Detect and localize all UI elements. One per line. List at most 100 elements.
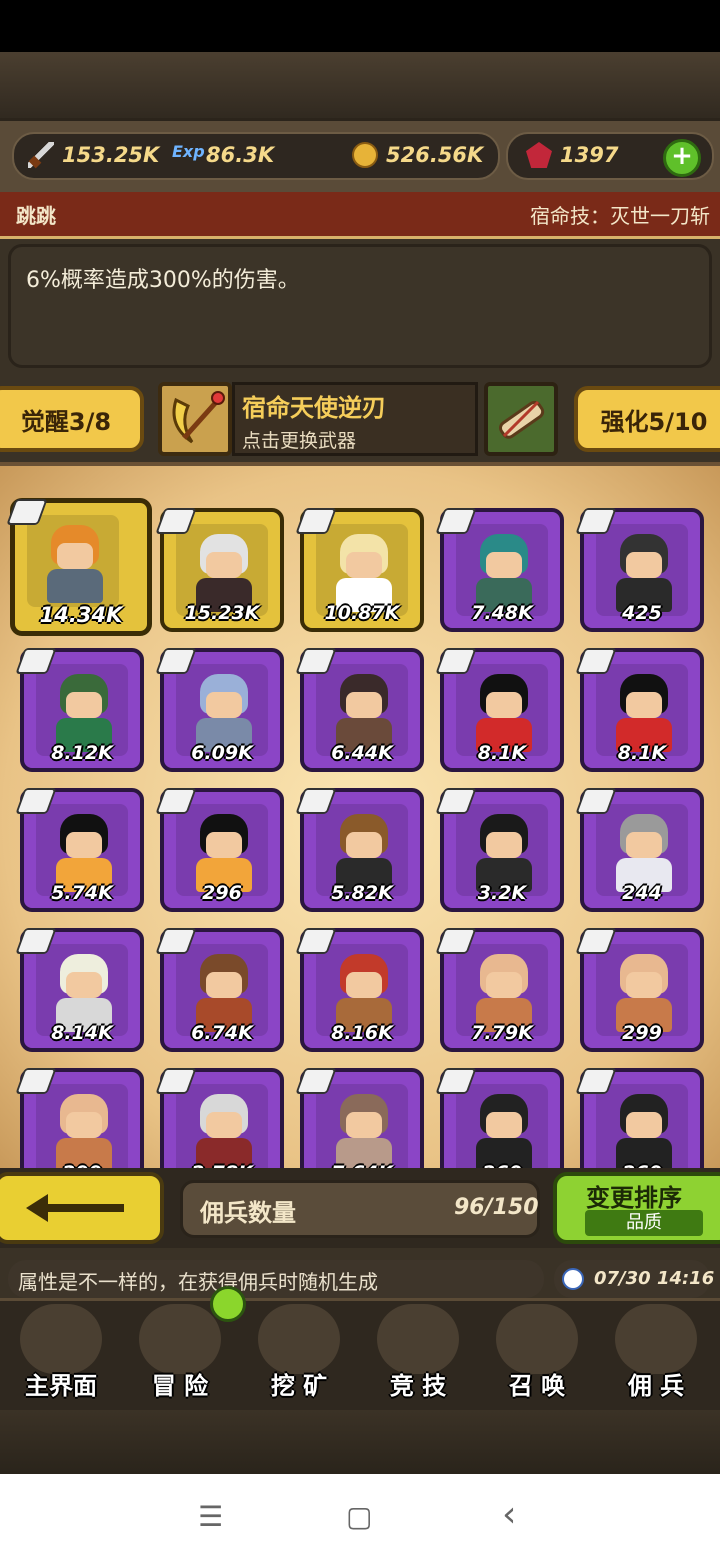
back-button[interactable] [0,1172,164,1244]
mercenary-card[interactable]: 299 [575,928,704,1052]
mercenary-card[interactable]: 5.82K [295,788,424,912]
add-gems-button[interactable]: + [663,139,701,177]
mercenary-card[interactable]: 15.23K [155,508,284,632]
status-bar [0,0,720,52]
mercenary-card[interactable]: 8.12K [15,648,144,772]
body-sprite [47,569,103,603]
mercenary-stat: 8.14K [51,1022,113,1044]
hero-name: 跳跳 [16,204,56,228]
mercenary-stat: 6.09K [191,742,253,764]
face-sprite [626,552,662,578]
face-sprite [346,552,382,578]
skill-description: 6%概率造成300%的伤害。 [26,268,300,293]
mercenary-stat: 296 [202,882,242,904]
face-sprite [66,692,102,718]
mercenary-card[interactable]: 7.48K [435,508,564,632]
mercenary-card[interactable]: 244 [575,788,704,912]
gem-resource: 1397 [526,140,618,170]
summon-scroll-icon [496,1304,578,1374]
attack-resource: 153.25K [28,140,159,170]
mercenary-stat: 7.79K [471,1022,533,1044]
exp-icon: Exp [172,142,205,161]
awaken-button[interactable]: 觉醒3/8 [0,386,144,452]
enhance-button[interactable]: 强化5/10 [574,386,720,452]
face-sprite [66,832,102,858]
nav-item[interactable]: 主界面 [2,1300,120,1404]
nav-item[interactable]: 竞 技 [359,1300,477,1404]
mercenary-stat: 14.34K [39,603,123,627]
mercenary-card[interactable]: 296 [155,788,284,912]
mercenary-card[interactable]: 299 [15,1068,144,1172]
mercenary-card[interactable]: 3.2K [435,788,564,912]
face-sprite [206,832,242,858]
face-sprite [346,832,382,858]
face-sprite [346,972,382,998]
tent-icon [615,1304,697,1374]
mercenary-card[interactable]: 14.34K [6,498,152,636]
mercenary-stat: 6.44K [331,742,393,764]
face-sprite [486,1112,522,1138]
mercenary-card[interactable]: 2.78K [155,1068,284,1172]
face-sprite [486,692,522,718]
mercenary-stat: 244 [622,882,662,904]
nav-item[interactable]: 佣 兵 [597,1300,715,1404]
nav-item[interactable]: 挖 矿 [240,1300,358,1404]
exp-value: 86.3K [206,143,275,167]
face-sprite [346,1112,382,1138]
face-sprite [206,1112,242,1138]
face-sprite [486,832,522,858]
mercenary-card[interactable]: 260 [575,1068,704,1172]
mercenary-card[interactable]: 6.44K [295,648,424,772]
face-sprite [486,552,522,578]
sort-label: 变更排序 [586,1184,682,1212]
mercenary-card[interactable]: 10.87K [295,508,424,632]
mercenary-stat: 8.1K [617,742,667,764]
weapon-icon[interactable] [158,382,232,456]
face-sprite [626,1112,662,1138]
change-weapon-hint: 点击更换武器 [242,430,357,452]
face-sprite [486,972,522,998]
mercenary-card[interactable]: 8.14K [15,928,144,1052]
notification-dot [210,1286,246,1322]
mercenary-card[interactable]: 7.79K [435,928,564,1052]
nav-label: 竞 技 [389,1372,447,1400]
mercenary-stat: 7.48K [471,602,533,624]
face-sprite [626,692,662,718]
mercenary-card[interactable]: 6.74K [155,928,284,1052]
mercenary-stat: 8.1K [477,742,527,764]
mercenary-card[interactable]: 8.1K [575,648,704,772]
mercenary-count-label: 佣兵数量 [200,1199,296,1227]
face-sprite [66,972,102,998]
face-sprite [626,972,662,998]
weapon-name: 宿命天使逆刃 [242,394,386,422]
menu-button[interactable]: ☰ [198,1500,223,1533]
mercenary-card[interactable]: 8.1K [435,648,564,772]
scroll-icon[interactable] [484,382,558,456]
nav-label: 主界面 [25,1372,97,1400]
mercenary-card[interactable]: 425 [575,508,704,632]
pickaxe-icon [258,1304,340,1374]
mercenary-card[interactable]: 5.74K [15,788,144,912]
nav-label: 召 唤 [508,1372,566,1400]
crossed-swords-icon [377,1304,459,1374]
nav-item[interactable]: 召 唤 [478,1300,596,1404]
back-nav-button[interactable]: ‹ [502,1494,516,1535]
mercenary-stat: 8.12K [51,742,113,764]
home-button[interactable]: ▢ [346,1500,372,1533]
face-sprite [206,552,242,578]
coin-icon [352,142,378,168]
sort-mode: 品质 [585,1210,703,1236]
mercenary-stat: 3.2K [477,882,527,904]
nav-label: 冒 险 [151,1372,209,1400]
face-sprite [66,1112,102,1138]
bottom-decoration [0,1410,720,1474]
mercenary-count: 96/150 [454,1195,539,1220]
mercenary-card[interactable]: 7.64K [295,1068,424,1172]
mercenary-card[interactable]: 6.09K [155,648,284,772]
mercenary-card[interactable]: 8.16K [295,928,424,1052]
mercenary-card[interactable]: 260 [435,1068,564,1172]
tip-text: 属性是不一样的，在获得佣兵时随机生成 [18,1270,378,1294]
mercenary-stat: 299 [622,1022,662,1044]
hero-skill: 宿命技：灭世一刀斩 [530,204,710,228]
gem-value: 1397 [560,143,619,167]
